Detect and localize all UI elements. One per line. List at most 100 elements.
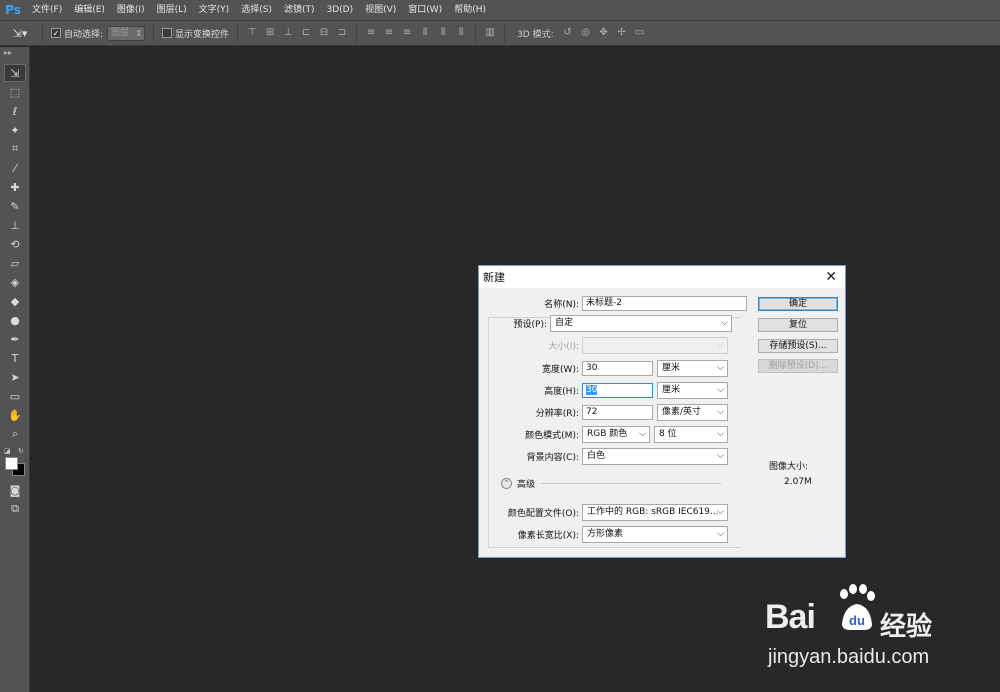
move-tool-icon[interactable]: ⇲: [4, 64, 26, 82]
distribute-left-icon[interactable]: ⦀: [419, 27, 431, 39]
lasso-tool-icon[interactable]: ℓ: [4, 102, 26, 120]
color-profile-dropdown[interactable]: 工作中的 RGB: sRGB IEC619... ⌵: [582, 504, 728, 521]
height-value-selected: 30: [586, 385, 598, 395]
bit-depth-dropdown[interactable]: 8 位 ⌵: [654, 426, 728, 443]
paint-bucket-tool-icon[interactable]: ◈: [4, 273, 26, 291]
background-row: 背景内容(C): 白色 ⌵: [489, 448, 728, 465]
watermark-brand-latin: Bai: [765, 598, 816, 636]
history-brush-tool-icon[interactable]: ⟲: [4, 235, 26, 253]
color-profile-label: 颜色配置文件(O):: [507, 509, 579, 519]
color-mode-label: 颜色模式(M):: [525, 431, 579, 441]
3d-rotate-icon[interactable]: ↺: [562, 27, 574, 39]
align-right-icon[interactable]: ⊐: [336, 27, 348, 39]
pixel-aspect-value: 方形像素: [587, 529, 624, 539]
distribute-top-icon[interactable]: ≡: [365, 27, 377, 39]
eraser-tool-icon[interactable]: ▱: [4, 254, 26, 272]
reset-button[interactable]: 复位: [758, 318, 838, 332]
watermark-url: jingyan.baidu.com: [768, 646, 930, 668]
crop-tool-icon[interactable]: ⌗: [4, 140, 26, 158]
auto-select-dropdown[interactable]: 图层: [107, 25, 146, 41]
healing-brush-tool-icon[interactable]: ✚: [4, 178, 26, 196]
quick-mask-icon[interactable]: ◙: [4, 481, 26, 499]
photoshop-window: Ps 文件(F) 编辑(E) 图像(I) 图层(L) 文字(Y) 选择(S) 滤…: [0, 0, 1000, 692]
name-field[interactable]: 未标题-2: [582, 296, 747, 311]
chevron-down-icon: ⌵: [717, 507, 724, 517]
brush-tool-icon[interactable]: ✎: [4, 197, 26, 215]
menu-layer[interactable]: 图层(L): [151, 0, 193, 20]
toolbox-grip-icon[interactable]: ▸▸: [0, 47, 29, 63]
3d-scale-icon[interactable]: ▭: [634, 27, 646, 39]
ok-button[interactable]: 确定: [758, 297, 838, 311]
foreground-color-swatch[interactable]: [5, 457, 18, 470]
background-dropdown[interactable]: 白色 ⌵: [582, 448, 728, 465]
distribute-hcenter-icon[interactable]: ⦀: [437, 27, 449, 39]
rectangle-tool-icon[interactable]: ▭: [4, 387, 26, 405]
width-field[interactable]: 30: [582, 361, 653, 376]
align-vcenter-icon[interactable]: ⊞: [264, 27, 276, 39]
swap-colors-icon[interactable]: ↻: [18, 447, 24, 455]
chevron-down-icon: ⌵: [639, 429, 646, 439]
preset-row: 预设(P): 自定 ⌵: [489, 315, 732, 332]
menu-file[interactable]: 文件(F): [26, 0, 68, 20]
marquee-tool-icon[interactable]: ⬚: [4, 83, 26, 101]
height-field[interactable]: 30: [582, 383, 653, 398]
color-profile-value: 工作中的 RGB: sRGB IEC619...: [587, 507, 719, 517]
eyedropper-tool-icon[interactable]: ⁄: [4, 159, 26, 177]
menu-select[interactable]: 选择(S): [235, 0, 278, 20]
3d-drag-icon[interactable]: ✥: [598, 27, 610, 39]
align-top-icon[interactable]: ⊤: [246, 27, 258, 39]
hand-tool-icon[interactable]: ✋: [4, 406, 26, 424]
menu-help[interactable]: 帮助(H): [448, 0, 492, 20]
divider: [356, 24, 358, 42]
baidu-jingyan-watermark: Bai du 经验 jingyan.baidu.com: [740, 580, 980, 680]
magic-wand-tool-icon[interactable]: ✦: [4, 121, 26, 139]
dialog-titlebar: 新建 ✕: [479, 266, 845, 288]
resolution-unit-dropdown[interactable]: 像素/英寸 ⌵: [657, 404, 728, 421]
size-label: 大小(I):: [548, 342, 579, 352]
checkbox-checked-icon: ✓: [51, 28, 61, 38]
menu-filter[interactable]: 滤镜(T): [278, 0, 321, 20]
save-preset-button[interactable]: 存储预设(S)...: [758, 339, 838, 353]
menu-window[interactable]: 窗口(W): [402, 0, 448, 20]
clone-stamp-tool-icon[interactable]: ⊥: [4, 216, 26, 234]
show-transform-checkbox[interactable]: 显示变换控件: [162, 27, 229, 40]
width-unit-dropdown[interactable]: 厘米 ⌵: [657, 360, 728, 377]
height-unit-dropdown[interactable]: 厘米 ⌵: [657, 382, 728, 399]
auto-select-checkbox[interactable]: ✓ 自动选择:: [51, 27, 103, 40]
color-mode-dropdown[interactable]: RGB 颜色 ⌵: [582, 426, 650, 443]
advanced-toggle-icon[interactable]: ⌃: [501, 478, 512, 489]
dodge-tool-icon[interactable]: ●: [4, 311, 26, 329]
svg-text:du: du: [849, 613, 865, 628]
menu-image[interactable]: 图像(I): [111, 0, 151, 20]
pixel-aspect-dropdown[interactable]: 方形像素 ⌵: [582, 526, 728, 543]
resolution-field[interactable]: 72: [582, 405, 653, 420]
menu-3d[interactable]: 3D(D): [320, 0, 359, 20]
auto-align-icon[interactable]: ▥: [484, 27, 496, 39]
close-icon[interactable]: ✕: [825, 269, 837, 285]
chevron-down-icon: ⌵: [717, 340, 724, 350]
3d-slide-icon[interactable]: ✢: [616, 27, 628, 39]
distribute-right-icon[interactable]: ⦀: [455, 27, 467, 39]
blur-tool-icon[interactable]: ◆: [4, 292, 26, 310]
3d-roll-icon[interactable]: ◎: [580, 27, 592, 39]
menu-type[interactable]: 文字(Y): [193, 0, 236, 20]
align-bottom-icon[interactable]: ⊥: [282, 27, 294, 39]
distribute-vcenter-icon[interactable]: ≡: [383, 27, 395, 39]
align-hcenter-icon[interactable]: ⊟: [318, 27, 330, 39]
align-left-icon[interactable]: ⊏: [300, 27, 312, 39]
height-row: 高度(H): 30 厘米 ⌵: [489, 382, 728, 399]
screen-mode-icon[interactable]: ⧉: [4, 500, 26, 518]
resolution-label: 分辨率(R):: [535, 409, 579, 419]
delete-preset-button: 删除预设(D)...: [758, 359, 838, 373]
move-tool-preset-icon[interactable]: ⇲▾: [6, 24, 34, 42]
path-selection-tool-icon[interactable]: ➤: [4, 368, 26, 386]
menu-view[interactable]: 视图(V): [359, 0, 402, 20]
menu-edit[interactable]: 编辑(E): [68, 0, 111, 20]
preset-dropdown[interactable]: 自定 ⌵: [550, 315, 732, 332]
pen-tool-icon[interactable]: ✒: [4, 330, 26, 348]
preset-label: 预设(P):: [513, 320, 547, 330]
default-colors-icon[interactable]: ◪: [4, 447, 11, 455]
distribute-bottom-icon[interactable]: ≡: [401, 27, 413, 39]
type-tool-icon[interactable]: T: [4, 349, 26, 367]
zoom-tool-icon[interactable]: ⌕: [4, 425, 26, 443]
